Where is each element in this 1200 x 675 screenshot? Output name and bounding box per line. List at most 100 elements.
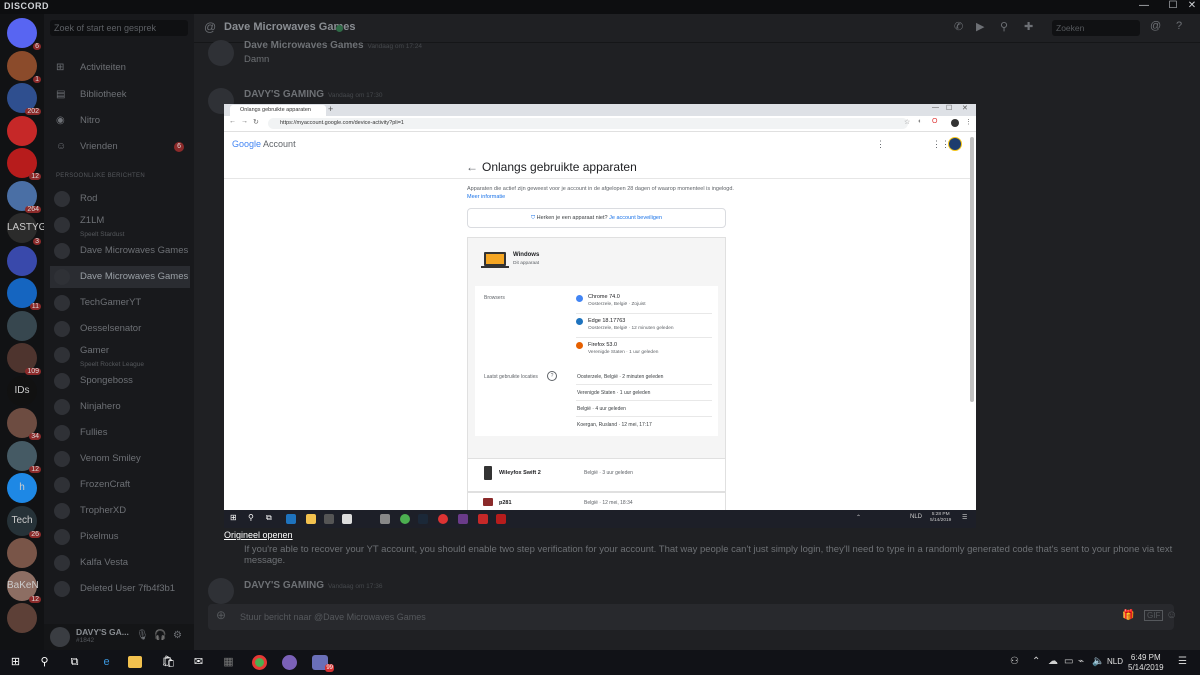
tray-icon[interactable]: ⌃ [856,514,861,521]
dm-item[interactable]: Z1LM Speelt Stardust [50,214,190,238]
secure-account-link[interactable]: Je account beveiligen [609,215,662,221]
user-avatar[interactable] [50,627,70,647]
edge-taskbar-icon[interactable] [286,514,296,524]
upload-plus-icon[interactable]: ⊕ [216,608,226,622]
dm-item[interactable]: Pixelmus [50,526,190,548]
opera-taskbar-icon[interactable] [438,514,448,524]
server-icon[interactable]: 11 [7,278,41,310]
menu-dots-icon[interactable]: ⋮ [965,118,972,126]
network-icon[interactable]: ☁ [1048,656,1058,667]
mail-taskbar-icon[interactable]: ✉ [190,654,207,671]
server-icon[interactable]: 1 [7,50,41,83]
server-icon[interactable] [7,115,37,146]
tray-chevron-icon[interactable]: ⌃ [1032,656,1040,667]
server-icon[interactable]: BaKeN 12 [7,570,41,603]
server-icon[interactable]: h [7,473,37,503]
server-icon[interactable]: LASTYGAM 3 [7,213,61,245]
dm-item[interactable]: Oesselsenator [50,318,190,340]
dm-item[interactable]: TechGamerYT [50,292,190,314]
explorer-taskbar-icon[interactable] [128,656,142,668]
server-icon[interactable]: IDs [7,375,37,406]
people-icon[interactable]: ⚇ [1010,656,1019,667]
app-taskbar-icon[interactable] [380,514,390,524]
settings-gear-icon[interactable]: ⚙ [173,630,182,641]
app-taskbar-icon[interactable]: ▦ [220,654,237,671]
call-icon[interactable]: ✆ [954,20,963,33]
message-avatar[interactable] [208,578,234,604]
mention-icon[interactable]: @ [1150,20,1161,32]
dm-item[interactable]: Venom Smiley [50,448,190,470]
server-icon[interactable] [7,245,37,276]
server-icon[interactable]: 202 [7,83,41,115]
headphones-icon[interactable]: 🎧 [154,630,166,641]
task-view-icon[interactable]: ⧉ [66,654,83,671]
message-author[interactable]: DAVY'S GAMING Vandaag om 17:30 [244,89,382,100]
dm-item[interactable]: Kalfa Vesta [50,552,190,574]
new-tab-icon[interactable]: + [328,104,333,114]
clock[interactable]: 6:49 PM 5/14/2019 [1128,653,1164,673]
server-icon[interactable] [7,538,37,568]
nav-activity[interactable]: ⊞ Activiteiten [50,57,190,79]
app-taskbar-icon[interactable] [496,514,506,524]
search-icon[interactable]: ⚲ [36,654,53,671]
google-account-logo[interactable]: Google Account [232,139,296,149]
browser-tab[interactable]: Onlangs gebruikte apparaten [230,105,326,116]
server-icon[interactable]: 264 [7,180,41,213]
page-back-arrow-icon[interactable]: ← [466,160,478,174]
task-view-icon[interactable]: ⧉ [266,513,272,523]
server-icon[interactable]: 109 [7,343,41,375]
reload-icon[interactable]: ↻ [253,118,259,126]
power-icon[interactable]: ⌁ [1078,656,1084,667]
mail-taskbar-icon[interactable] [342,514,352,524]
notifications-icon[interactable]: ☰ [1178,656,1187,667]
gif-icon[interactable]: GIF [1144,610,1164,621]
chrome-taskbar-icon[interactable] [400,514,410,524]
microphone-icon[interactable]: 🎙 [136,630,149,641]
dm-item[interactable]: Fullies [50,422,190,444]
server-icon[interactable]: 12 [7,148,41,180]
nav-library[interactable]: ▤ Bibliotheek [50,84,190,106]
extension-icon[interactable]: ◐ [918,118,922,125]
dm-item[interactable]: Gamer Speelt Rocket League [50,344,190,368]
discord-taskbar-icon[interactable] [458,514,468,524]
dm-item[interactable]: Rod [50,188,190,210]
close-button[interactable]: ✕ [1182,0,1200,11]
explorer-taskbar-icon[interactable] [306,514,316,524]
dm-item[interactable]: Deleted User 7fb4f3b1 [50,578,190,600]
embedded-screenshot[interactable]: Onlangs gebruikte apparaten + — ☐ ✕ ← → … [224,104,976,528]
dm-item[interactable]: Spongeboss [50,370,190,392]
help-icon[interactable]: ? [1176,20,1182,32]
bookmark-star-icon[interactable]: ☆ [904,118,910,126]
opera-icon[interactable]: O [932,118,937,125]
emoji-icon[interactable]: ☺ [1166,609,1177,621]
message-author[interactable]: DAVY'S GAMING Vandaag om 17:36 [244,580,382,591]
server-icon[interactable] [7,310,37,341]
maximize-button[interactable]: ☐ [1163,0,1183,11]
dm-item[interactable]: TropherXD [50,500,190,522]
chat-search-input[interactable]: Zoeken [1052,20,1140,36]
windows-start-icon[interactable]: ⊞ [230,513,237,522]
edge-taskbar-icon[interactable]: e [98,654,115,671]
chrome-taskbar-icon[interactable] [252,655,267,670]
back-arrow-icon[interactable]: ← [229,118,236,125]
server-icon[interactable]: 12 [7,440,41,473]
message-author[interactable]: Dave Microwaves Games Vandaag om 17:24 [244,40,422,51]
search-icon[interactable]: ⚲ [248,513,254,522]
server-icon[interactable]: Tech 26 [7,505,41,538]
open-original-link[interactable]: Origineel openen [224,530,293,540]
message-avatar[interactable] [208,40,234,66]
more-info-link[interactable]: Meer informatie [467,194,505,200]
pin-icon[interactable]: ⚲ [1000,20,1008,33]
minimize-button[interactable]: — [1134,0,1154,11]
lang-indicator[interactable]: NLD [1107,657,1123,666]
server-icon[interactable] [7,603,37,633]
dm-search-input[interactable]: Zoek of start een gesprek [50,20,188,36]
store-taskbar-icon[interactable] [324,514,334,524]
help-circle-icon[interactable]: ? [547,371,557,381]
add-friend-icon[interactable]: ✚ [1024,20,1033,33]
notifications-icon[interactable]: ☰ [962,514,967,521]
discord-taskbar-icon[interactable]: 99 [312,655,334,672]
nav-friends[interactable]: ☺ Vrienden 6 [50,136,190,158]
store-taskbar-icon[interactable]: 🛍 [160,654,177,671]
browser-minimize-icon[interactable]: — [932,104,939,111]
